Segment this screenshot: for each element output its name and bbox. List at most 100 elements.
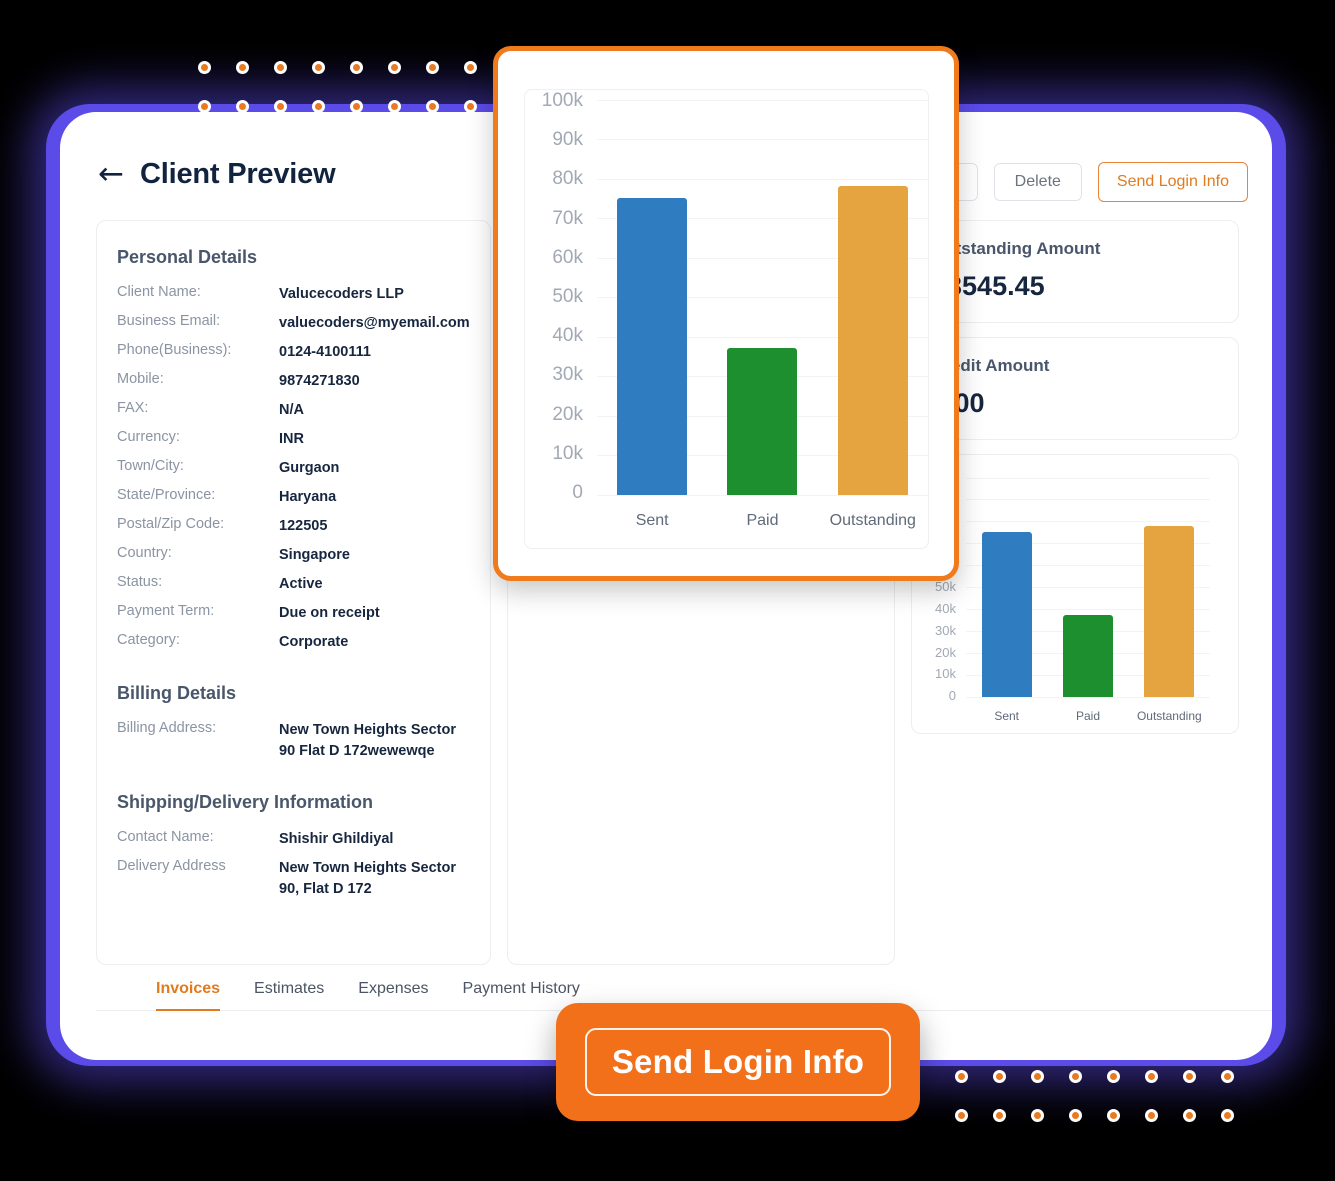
decorative-dot (274, 100, 287, 113)
personal-details-list: Client Name: Valucecoders LLP Business Ema… (117, 284, 470, 653)
decorative-dot (312, 100, 325, 113)
detail-value: N/A (279, 402, 304, 419)
x-axis-tick-label: Outstanding (1136, 709, 1202, 723)
detail-label: Delivery Address (117, 858, 226, 875)
detail-row: Postal/Zip Code: 122505 (117, 516, 470, 537)
y-axis-tick-label: 0 (948, 687, 956, 703)
y-axis-tick-label: 20k (552, 403, 583, 425)
detail-row: Phone(Business): 0124-4100111 (117, 342, 470, 363)
y-axis-tick-label: 70k (552, 207, 583, 229)
y-axis-tick-label: 60k (552, 246, 583, 268)
stat-value: 13545.45 (932, 271, 1045, 301)
detail-label: State/Province: (117, 487, 216, 504)
arrow-left-icon[interactable]: ← (98, 159, 124, 190)
chart-bars (966, 478, 1210, 697)
detail-label: Business Email: (117, 313, 221, 330)
decorative-dot (236, 100, 249, 113)
detail-value: New Town Heights Sector 90 Flat D 172wew… (279, 722, 456, 760)
detail-row: Contact Name: Shishir Ghildiyal (117, 829, 470, 850)
detail-value: 122505 (279, 518, 328, 535)
decorative-dot (1145, 1070, 1158, 1083)
chart-bars (597, 100, 928, 495)
chart-bar-paid[interactable] (1062, 615, 1113, 697)
y-axis-tick-label: 40k (552, 325, 583, 347)
chart-plot-area: 100k90k80k70k60k50k40k30k20k10k0 (922, 471, 1210, 703)
decorative-dot (955, 1109, 968, 1122)
detail-row: FAX: N/A (117, 400, 470, 421)
detail-label: Phone(Business): (117, 342, 232, 359)
detail-label: Client Name: (117, 284, 201, 300)
x-axis-tick-labels: Sent Paid Outstanding (966, 703, 1210, 723)
callout-label: Send Login Info (585, 1028, 891, 1096)
detail-value: New Town Heights Sector 90, Flat D 172 (279, 860, 456, 898)
billing-details-title: Billing Details (117, 683, 237, 704)
magnified-invoice-summary-chart: 100k 90k 80k 70k 60k 50k 40k 30k 20k 10k 0 Sent Paid… (524, 89, 929, 549)
chart-bar-outstanding[interactable] (1144, 525, 1195, 697)
detail-value: INR (279, 431, 304, 448)
tab-payment-history[interactable]: Payment History (463, 980, 580, 1010)
x-axis-tick-label: Outstanding (829, 512, 916, 529)
decorative-dot (198, 61, 211, 74)
chart-bar-outstanding[interactable] (837, 186, 908, 495)
y-axis-tick-label: 30k (935, 622, 956, 638)
decorative-dot (1031, 1070, 1044, 1083)
detail-row: Business Email: valuecoders@myemail.com (117, 313, 470, 334)
decorative-dot-grid-top-left (198, 61, 477, 113)
y-axis-tick-label: 10k (552, 442, 583, 464)
detail-label: Status: (117, 574, 163, 591)
chart-bar-sent[interactable] (981, 532, 1032, 697)
chart-bar-column (597, 100, 707, 495)
detail-row: Status: Active (117, 574, 470, 595)
detail-value: Gurgaon (279, 460, 340, 477)
tab-estimates[interactable]: Estimates (254, 980, 324, 1010)
stat-value: 0.00 (932, 388, 1218, 419)
detail-row: Country: Singapore (117, 545, 470, 566)
detail-label: Billing Address: (117, 720, 217, 737)
decorative-dot (1107, 1070, 1120, 1083)
stat-label: Credit Amount (932, 356, 1050, 375)
send-login-info-callout[interactable]: Send Login Info (556, 1003, 920, 1121)
stat-card-outstanding: Outstanding Amount 13545.45 (911, 220, 1239, 323)
decorative-dot (426, 100, 439, 113)
stat-label: Outstanding Amount (932, 239, 1101, 258)
y-axis-tick-label: 10k (935, 666, 956, 682)
tab-expenses[interactable]: Expenses (358, 980, 428, 1010)
decorative-dot (1107, 1109, 1120, 1122)
tab-invoices[interactable]: Invoices (156, 980, 221, 1011)
send-login-info-button[interactable]: Send Login Info (1097, 162, 1248, 202)
detail-label: Payment Term: (117, 603, 215, 620)
decorative-dot (350, 100, 363, 113)
decorative-dot (1183, 1070, 1196, 1083)
page-title-group: ← Client Preview (98, 158, 336, 191)
detail-value: Shishir Ghildiyal (279, 831, 394, 848)
decorative-dot (464, 61, 477, 74)
chart-bar-sent[interactable] (617, 198, 688, 495)
detail-label: Category: (117, 632, 180, 649)
decorative-dot (1145, 1109, 1158, 1122)
y-axis-tick-label: 40k (935, 601, 956, 617)
decorative-dot-row (955, 1070, 1234, 1083)
decorative-dot (1069, 1109, 1082, 1122)
x-axis-tick-label: Paid (746, 512, 779, 529)
chart-bar-paid[interactable] (727, 348, 798, 495)
decorative-dot (350, 61, 363, 74)
chart-bar-column (1047, 478, 1128, 697)
detail-row: Payment Term: Due on receipt (117, 603, 470, 624)
detail-label: Country: (117, 545, 172, 562)
decorative-dot (993, 1070, 1006, 1083)
detail-row: Currency: INR (117, 429, 470, 450)
chart-bar-column (966, 478, 1047, 697)
detail-value: Due on receipt (279, 605, 380, 622)
details-panel: Personal Details Client Name: Valucecoder… (96, 220, 491, 965)
shipping-details-list: Contact Name: Shishir Ghildiyal Delivery A… (117, 829, 470, 900)
decorative-dot-row (198, 100, 477, 113)
decorative-dot (388, 61, 401, 74)
detail-value: 9874271830 (279, 373, 360, 390)
y-axis-tick-label: 30k (552, 364, 583, 386)
delete-button[interactable]: Delete (993, 163, 1082, 201)
decorative-dot (1031, 1109, 1044, 1122)
page-title: Client Preview (139, 158, 336, 190)
decorative-dot (464, 100, 477, 113)
chart-bar-column (818, 100, 928, 495)
personal-details-title: Personal Details (117, 247, 258, 267)
